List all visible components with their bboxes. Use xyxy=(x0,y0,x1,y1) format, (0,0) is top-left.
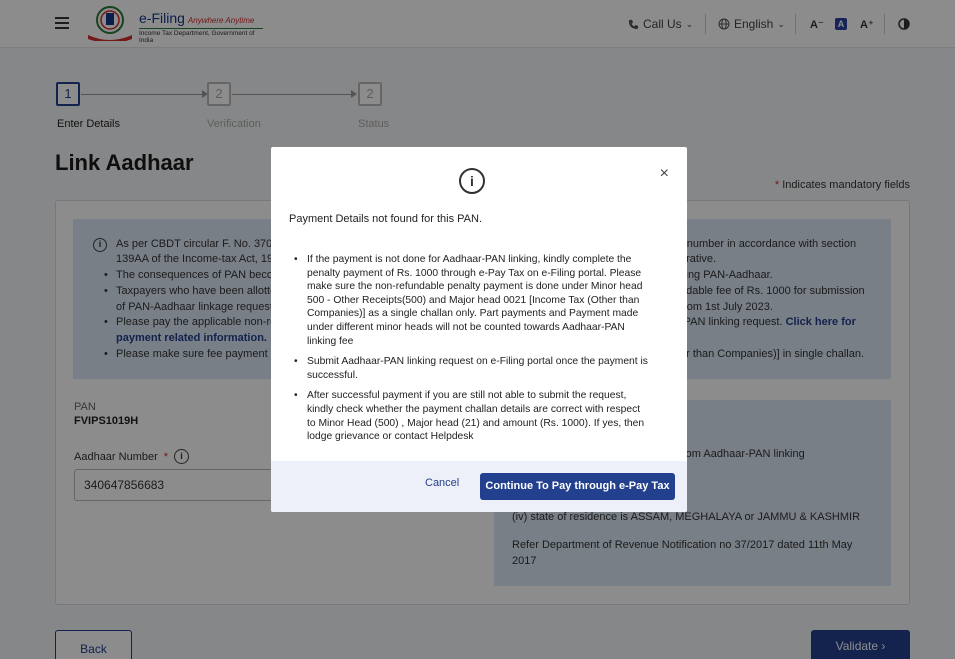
continue-to-pay-button[interactable]: Continue To Pay through e-Pay Tax xyxy=(480,473,675,500)
close-icon[interactable]: × xyxy=(660,165,669,183)
dialog-heading: Payment Details not found for this PAN. xyxy=(289,213,482,225)
dialog-instructions: If the payment is not done for Aadhaar-P… xyxy=(291,253,651,451)
list-item: After successful payment if you are stil… xyxy=(291,389,651,443)
list-item: If the payment is not done for Aadhaar-P… xyxy=(291,253,651,348)
list-item: Submit Aadhaar-PAN linking request on e-… xyxy=(291,355,651,382)
dialog-footer: Cancel Continue To Pay through e-Pay Tax xyxy=(271,461,687,512)
cancel-button[interactable]: Cancel xyxy=(425,477,459,489)
payment-details-dialog: i × Payment Details not found for this P… xyxy=(271,147,687,512)
info-icon: i xyxy=(459,168,485,194)
